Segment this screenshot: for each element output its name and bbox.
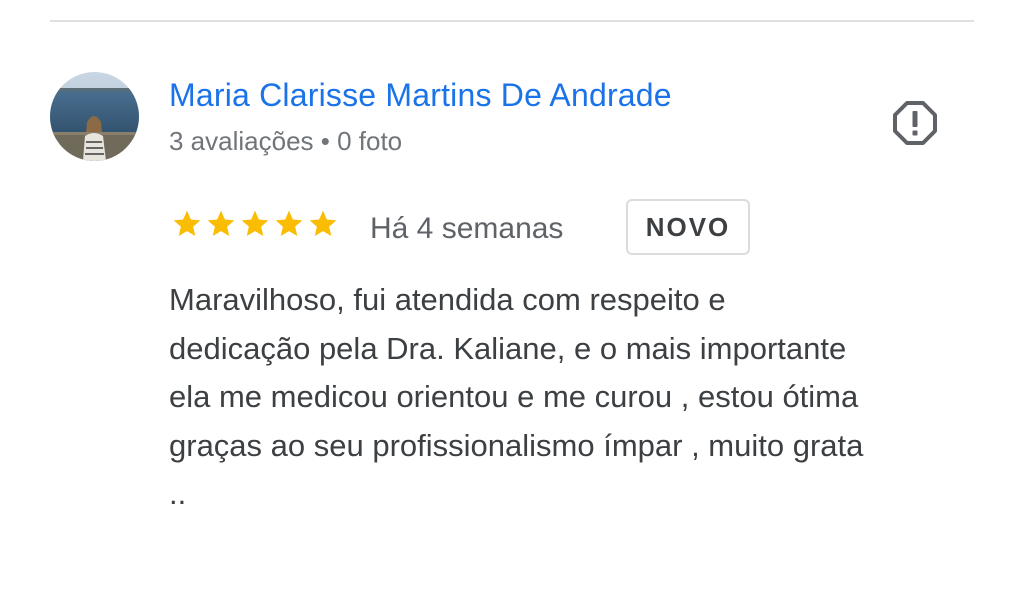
new-badge: NOVO (626, 199, 750, 255)
review-date: Há 4 semanas (370, 212, 564, 245)
review-text-line: dedicação pela Dra. Kaliane, e o mais im… (169, 330, 847, 366)
author-avatar[interactable] (50, 72, 139, 161)
star-icon (171, 208, 203, 240)
author-review-count: 3 avaliações • 0 foto (169, 126, 403, 156)
author-name-link[interactable]: Maria Clarisse Martins De Andrade (169, 74, 672, 116)
star-rating (171, 208, 339, 244)
star-icon (205, 208, 237, 240)
section-divider (50, 20, 974, 22)
review-text-line: .. (169, 476, 187, 511)
avatar-photo (50, 72, 139, 161)
review-body: Maravilhoso, fui atendida com respeito e… (169, 276, 989, 519)
review-text-line: graças ao seu profissionalismo ímpar , m… (169, 427, 864, 463)
review-text-line: Maravilhoso, fui atendida com respeito e (169, 282, 726, 317)
report-flag-icon[interactable] (891, 99, 939, 147)
star-icon (273, 208, 305, 240)
star-icon (239, 208, 271, 240)
star-icon (307, 208, 339, 240)
review-text-line: ela me medicou orientou e me curou , est… (169, 379, 859, 414)
